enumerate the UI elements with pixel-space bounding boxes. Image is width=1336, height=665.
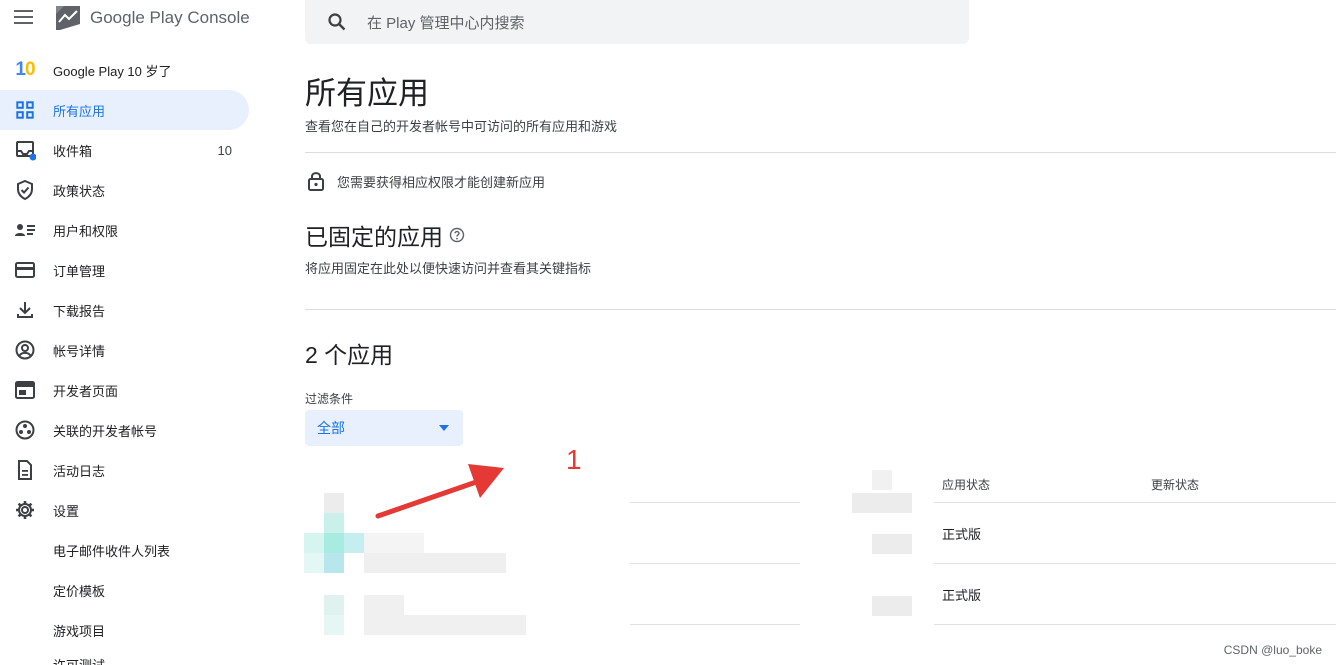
- inbox-count-badge: 10: [217, 142, 232, 158]
- sidebar-nav: 10 Google Play 10 岁了 所有应用 收件箱 10 政策状态 用户…: [0, 50, 256, 665]
- sidebar-item-download-reports[interactable]: 下载报告: [0, 290, 256, 330]
- sidebar-item-label: 订单管理: [53, 263, 106, 279]
- sidebar-item-label: 政策状态: [53, 183, 106, 199]
- download-icon: [17, 302, 33, 318]
- sidebar-item-label: 所有应用: [53, 103, 106, 119]
- sidebar-item-order-management[interactable]: 订单管理: [0, 250, 256, 290]
- sidebar: Google Play Console 10 Google Play 10 岁了…: [0, 0, 256, 665]
- filter-label: 过滤条件: [305, 392, 354, 406]
- search-icon: [328, 13, 346, 31]
- sidebar-item-game-projects[interactable]: 游戏项目: [0, 610, 256, 650]
- lock-icon: [308, 172, 324, 191]
- table-row-app-status: 正式版: [942, 588, 982, 603]
- apps-grid-icon: [16, 101, 34, 119]
- play-console-logo-icon: [56, 6, 80, 30]
- permission-notice: 您需要获得相应权限才能创建新应用: [305, 170, 545, 192]
- sidebar-item-label: 电子邮件收件人列表: [53, 543, 171, 559]
- table-row-app-status: 正式版: [942, 527, 982, 542]
- sidebar-item-activity-log[interactable]: 活动日志: [0, 450, 256, 490]
- sidebar-item-label: Google Play 10 岁了: [53, 63, 172, 79]
- sidebar-item-label: 设置: [53, 503, 80, 519]
- account-circle-icon: [15, 340, 35, 360]
- sidebar-item-pricing-templates[interactable]: 定价模板: [0, 570, 256, 610]
- sidebar-item-label: 用户和权限: [53, 223, 119, 239]
- filter-selected-value: 全部: [317, 420, 345, 436]
- web-page-icon: [15, 381, 35, 399]
- sidebar-item-policy-status[interactable]: 政策状态: [0, 170, 256, 210]
- watermark: CSDN @luo_boke: [1223, 643, 1322, 657]
- filter-dropdown[interactable]: 全部: [305, 410, 463, 446]
- annotation-number: 1: [566, 444, 582, 475]
- column-header-app-status[interactable]: 应用状态: [942, 476, 990, 493]
- sidebar-item-users-permissions[interactable]: 用户和权限: [0, 210, 256, 250]
- sidebar-item-license-testing[interactable]: 许可测试: [0, 650, 256, 665]
- annotation-arrow: [375, 464, 504, 519]
- app-count-heading: 2 个应用: [305, 342, 394, 368]
- document-icon: [18, 460, 32, 480]
- sidebar-item-settings[interactable]: 设置: [0, 490, 256, 530]
- ten-years-logo-icon: 10: [15, 59, 35, 80]
- page-subtitle: 查看您在自己的开发者帐号中可访问的所有应用和游戏: [305, 119, 618, 134]
- sidebar-item-play-10[interactable]: 10 Google Play 10 岁了: [0, 50, 256, 90]
- sidebar-item-linked-accounts[interactable]: 关联的开发者帐号: [0, 410, 256, 450]
- divider: [305, 152, 1336, 153]
- dropdown-arrow-icon: [439, 425, 449, 431]
- inbox-icon: [16, 141, 36, 161]
- app-brand: Google Play Console: [90, 8, 250, 27]
- sidebar-item-label: 帐号详情: [53, 343, 106, 359]
- credit-card-icon: [15, 262, 35, 278]
- column-header-update-status[interactable]: 更新状态: [1151, 476, 1199, 493]
- search-input[interactable]: 在 Play 管理中心内搜索: [367, 12, 525, 33]
- sidebar-item-label: 活动日志: [53, 463, 106, 479]
- sidebar-item-label: 游戏项目: [53, 623, 106, 639]
- gear-icon: [16, 501, 34, 519]
- sidebar-item-label: 开发者页面: [53, 383, 119, 399]
- shield-check-icon: [17, 179, 33, 201]
- sidebar-header: Google Play Console: [0, 0, 256, 40]
- divider: [305, 309, 1336, 310]
- sidebar-item-label: 定价模板: [53, 583, 106, 599]
- linked-accounts-icon: [15, 420, 35, 440]
- permission-notice-text: 您需要获得相应权限才能创建新应用: [337, 174, 546, 190]
- sidebar-item-all-apps[interactable]: 所有应用: [0, 90, 249, 130]
- sidebar-item-developer-page[interactable]: 开发者页面: [0, 370, 256, 410]
- sidebar-item-label: 收件箱: [53, 143, 93, 159]
- search-bar[interactable]: 在 Play 管理中心内搜索: [305, 0, 969, 44]
- pinned-apps-subtitle: 将应用固定在此处以便快速访问并查看其关键指标: [305, 261, 592, 276]
- help-icon[interactable]: [449, 227, 465, 243]
- hamburger-menu-icon[interactable]: [14, 10, 36, 28]
- people-list-icon: [15, 224, 35, 236]
- page-title: 所有应用: [305, 76, 429, 111]
- pinned-apps-title: 已固定的应用: [305, 224, 443, 250]
- sidebar-item-label: 下载报告: [53, 303, 106, 319]
- pinned-apps-heading: 已固定的应用: [305, 218, 465, 252]
- sidebar-item-label: 关联的开发者帐号: [53, 423, 158, 439]
- sidebar-item-label: 许可测试: [53, 655, 105, 665]
- sidebar-item-email-lists[interactable]: 电子邮件收件人列表: [0, 530, 256, 570]
- sidebar-item-account-details[interactable]: 帐号详情: [0, 330, 256, 370]
- sidebar-item-inbox[interactable]: 收件箱 10: [0, 130, 256, 170]
